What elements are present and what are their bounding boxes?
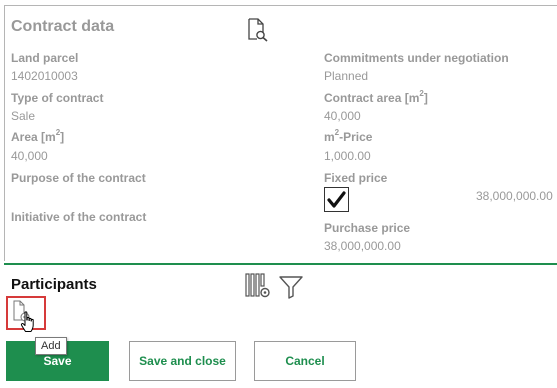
area-label: Area [m2] (11, 128, 65, 144)
cancel-button[interactable]: Cancel (254, 341, 356, 381)
checkmark-icon (327, 191, 346, 208)
land-parcel-label: Land parcel (11, 51, 79, 65)
purchase-price-label: Purchase price (324, 221, 411, 235)
purpose-label: Purpose of the contract (11, 171, 146, 185)
price-per-m2-value: 1,000.00 (324, 149, 371, 163)
document-search-icon[interactable] (246, 18, 270, 47)
participants-title: Participants (11, 276, 97, 293)
land-parcel-value: 1402010003 (11, 69, 78, 83)
commitments-label: Commitments under negotiation (324, 51, 509, 65)
commitments-value: Planned (324, 69, 369, 83)
filter-icon[interactable] (278, 274, 304, 305)
contract-data-title: Contract data (11, 18, 115, 35)
fixed-price-value: 38,000,000.00 (476, 189, 553, 203)
fixed-price-label: Fixed price (324, 171, 388, 185)
initiative-label: Initiative of the contract (11, 210, 147, 224)
section-top-border (4, 5, 557, 6)
fixed-price-checkbox[interactable] (324, 187, 349, 212)
contract-type-value: Sale (11, 109, 36, 123)
area-value: 40,000 (11, 149, 48, 163)
section-divider (4, 263, 557, 265)
purchase-price-value: 38,000,000.00 (324, 239, 401, 253)
price-per-m2-label: m2-Price (324, 128, 373, 144)
section-left-border (4, 5, 5, 261)
column-settings-icon[interactable] (245, 273, 271, 304)
contract-type-label: Type of contract (11, 91, 104, 105)
contract-area-label: Contract area [m2] (324, 89, 428, 105)
contract-area-value: 40,000 (324, 109, 361, 123)
save-and-close-button[interactable]: Save and close (129, 341, 236, 381)
add-tooltip: Add (35, 337, 67, 355)
hand-cursor-icon (20, 311, 36, 338)
